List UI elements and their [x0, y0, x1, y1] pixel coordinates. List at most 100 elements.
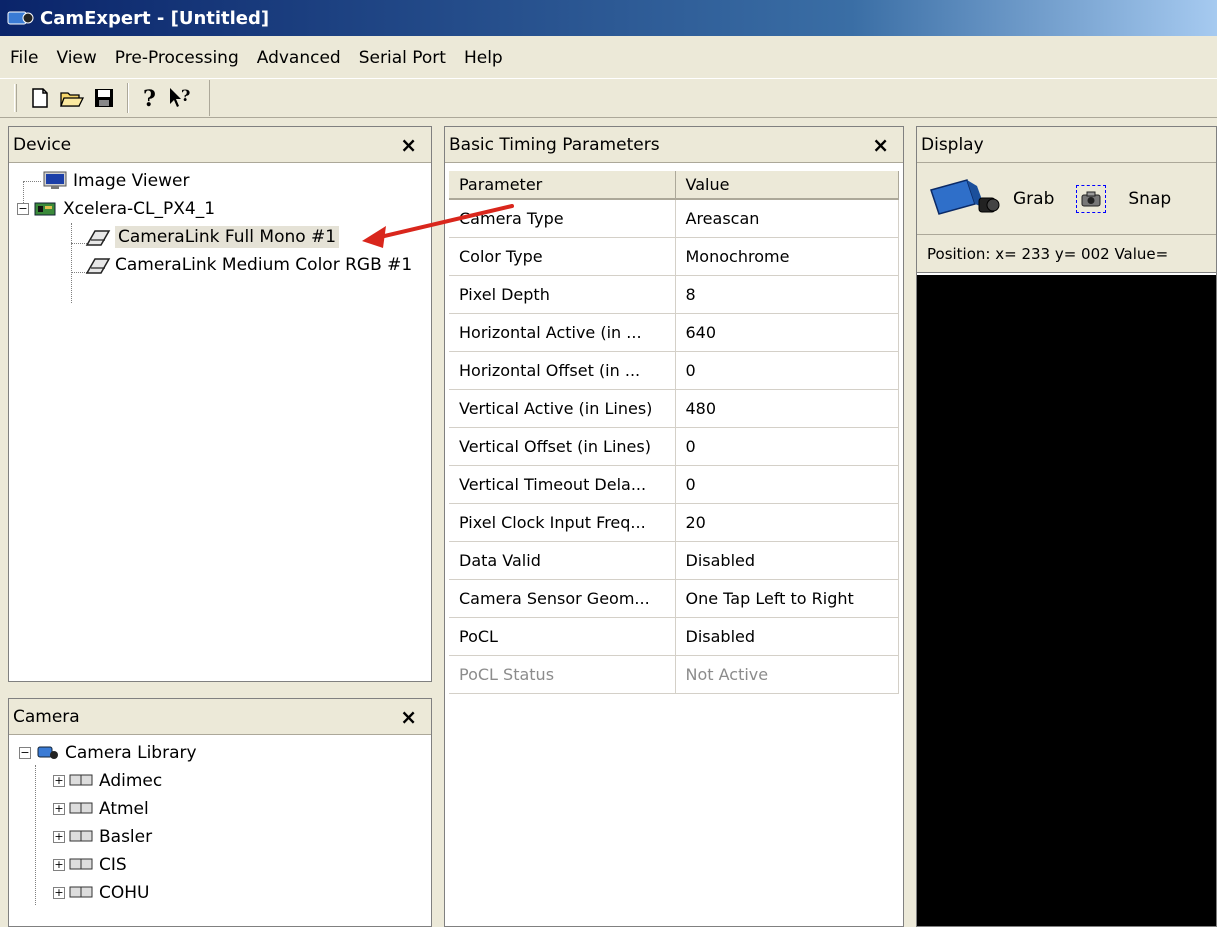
- tree-item-vendor[interactable]: + Basler: [9, 823, 431, 851]
- tree-item-cameralink-full-mono[interactable]: CameraLink Full Mono #1: [9, 223, 431, 251]
- grab-button-label[interactable]: Grab: [1013, 189, 1054, 209]
- column-header-value[interactable]: Value: [675, 171, 899, 200]
- param-value[interactable]: Monochrome: [675, 237, 899, 276]
- param-name: Camera Type: [449, 199, 676, 238]
- table-row[interactable]: Horizontal Active (in ... 640: [449, 313, 899, 352]
- camexpert-app-icon: [6, 7, 36, 29]
- svg-text:?: ?: [181, 86, 190, 105]
- table-row[interactable]: Pixel Clock Input Freq... 20: [449, 503, 899, 542]
- table-row[interactable]: PoCL Disabled: [449, 617, 899, 656]
- svg-text:?: ?: [143, 86, 156, 110]
- table-row[interactable]: Vertical Active (in Lines) 480: [449, 389, 899, 428]
- param-name: Data Valid: [449, 541, 676, 580]
- param-name: Pixel Clock Input Freq...: [449, 503, 676, 542]
- table-row[interactable]: Color Type Monochrome: [449, 237, 899, 276]
- camera-folder-icon: [69, 799, 93, 819]
- expand-expander[interactable]: +: [53, 887, 65, 899]
- param-name: Vertical Active (in Lines): [449, 389, 676, 428]
- device-tree: Image Viewer − Xcelera-CL_PX4_1 CameraLi…: [9, 163, 431, 303]
- param-name: PoCL: [449, 617, 676, 656]
- camera-folder-icon: [69, 771, 93, 791]
- param-value[interactable]: Disabled: [675, 541, 899, 580]
- toolbar: ? ?: [0, 78, 1217, 118]
- menu-advanced[interactable]: Advanced: [248, 48, 350, 68]
- tree-item-label: CIS: [99, 855, 127, 875]
- camera-pane-header: Camera ×: [9, 699, 431, 735]
- table-row[interactable]: Camera Type Areascan: [449, 199, 899, 238]
- expand-expander[interactable]: +: [53, 803, 65, 815]
- device-pane-close-button[interactable]: ×: [400, 133, 417, 157]
- tree-item-vendor[interactable]: + COHU: [9, 879, 431, 907]
- param-name: Horizontal Offset (in ...: [449, 351, 676, 390]
- tree-item-cameralink-medium-color[interactable]: CameraLink Medium Color RGB #1: [9, 251, 431, 279]
- menu-view[interactable]: View: [47, 48, 105, 68]
- expand-expander[interactable]: +: [53, 831, 65, 843]
- tree-item-camera-library[interactable]: − Camera Library: [9, 739, 431, 767]
- table-row[interactable]: Pixel Depth 8: [449, 275, 899, 314]
- context-help-icon[interactable]: ?: [167, 83, 197, 113]
- table-row[interactable]: Vertical Offset (in Lines) 0: [449, 427, 899, 466]
- param-name: Vertical Timeout Dela...: [449, 465, 676, 504]
- camera-pane-title: Camera: [13, 706, 80, 727]
- table-row[interactable]: Camera Sensor Geom... One Tap Left to Rig…: [449, 579, 899, 618]
- camera-folder-icon: [69, 883, 93, 903]
- menu-file[interactable]: File: [6, 48, 47, 68]
- window-title: CamExpert - [Untitled]: [40, 7, 270, 29]
- snap-button-label[interactable]: Snap: [1128, 189, 1171, 209]
- grab-camera-icon[interactable]: [927, 174, 1001, 224]
- tree-item-label: COHU: [99, 883, 150, 903]
- save-icon[interactable]: [89, 83, 119, 113]
- menu-serial-port[interactable]: Serial Port: [350, 48, 455, 68]
- table-row[interactable]: Horizontal Offset (in ... 0: [449, 351, 899, 390]
- column-header-parameter[interactable]: Parameter: [449, 171, 676, 200]
- menu-pre-processing[interactable]: Pre-Processing: [106, 48, 248, 68]
- param-name: Camera Sensor Geom...: [449, 579, 676, 618]
- param-value[interactable]: Areascan: [675, 199, 899, 238]
- tree-item-vendor[interactable]: + Adimec: [9, 767, 431, 795]
- help-icon[interactable]: ?: [135, 83, 165, 113]
- tree-item-label: CameraLink Full Mono #1: [115, 226, 340, 248]
- table-row[interactable]: Vertical Timeout Dela... 0: [449, 465, 899, 504]
- timing-pane-title: Basic Timing Parameters: [449, 134, 660, 155]
- param-value[interactable]: One Tap Left to Right: [675, 579, 899, 618]
- param-value[interactable]: 0: [675, 427, 899, 466]
- camera-pane: Camera × − Camera Library + Adimec + Atm…: [8, 698, 432, 927]
- display-toolbar: Grab Snap: [917, 163, 1216, 235]
- param-value[interactable]: 20: [675, 503, 899, 542]
- timing-pane-close-button[interactable]: ×: [872, 133, 889, 157]
- display-pane-header: Display: [917, 127, 1216, 163]
- expand-expander[interactable]: +: [53, 775, 65, 787]
- device-pane: Device × Image Viewer − Xcelera-CL_PX4_1…: [8, 126, 432, 682]
- new-file-icon[interactable]: [25, 83, 55, 113]
- collapse-expander[interactable]: −: [19, 747, 31, 759]
- toolbar-grip[interactable]: [14, 84, 17, 112]
- tree-item-label: Basler: [99, 827, 153, 847]
- param-value[interactable]: 0: [675, 351, 899, 390]
- display-pane-title: Display: [921, 134, 984, 155]
- tree-item-vendor[interactable]: + Atmel: [9, 795, 431, 823]
- param-value[interactable]: 640: [675, 313, 899, 352]
- cable-icon: [85, 227, 111, 247]
- table-row[interactable]: Data Valid Disabled: [449, 541, 899, 580]
- expand-expander[interactable]: +: [53, 859, 65, 871]
- param-value[interactable]: 480: [675, 389, 899, 428]
- param-value: Not Active: [675, 655, 899, 694]
- param-value[interactable]: Disabled: [675, 617, 899, 656]
- tree-item-image-viewer[interactable]: Image Viewer: [9, 167, 431, 195]
- menu-help[interactable]: Help: [455, 48, 512, 68]
- parameter-table: Parameter Value Camera Type Areascan Colo…: [449, 171, 899, 694]
- collapse-expander[interactable]: −: [17, 203, 29, 215]
- tree-item-xcelera-board[interactable]: − Xcelera-CL_PX4_1: [9, 195, 431, 223]
- param-value[interactable]: 0: [675, 465, 899, 504]
- camera-pane-close-button[interactable]: ×: [400, 705, 417, 729]
- image-display-area[interactable]: [917, 275, 1216, 926]
- monitor-icon: [43, 171, 67, 191]
- display-pane: Display Grab Snap Position: x= 233 y= 00…: [916, 126, 1217, 927]
- param-name: Horizontal Active (in ...: [449, 313, 676, 352]
- tree-item-label: Atmel: [99, 799, 149, 819]
- snap-camera-icon[interactable]: [1076, 184, 1107, 213]
- param-value[interactable]: 8: [675, 275, 899, 314]
- tree-item-vendor[interactable]: + CIS: [9, 851, 431, 879]
- menu-bar: File View Pre-Processing Advanced Serial…: [0, 40, 1217, 76]
- open-folder-icon[interactable]: [57, 83, 87, 113]
